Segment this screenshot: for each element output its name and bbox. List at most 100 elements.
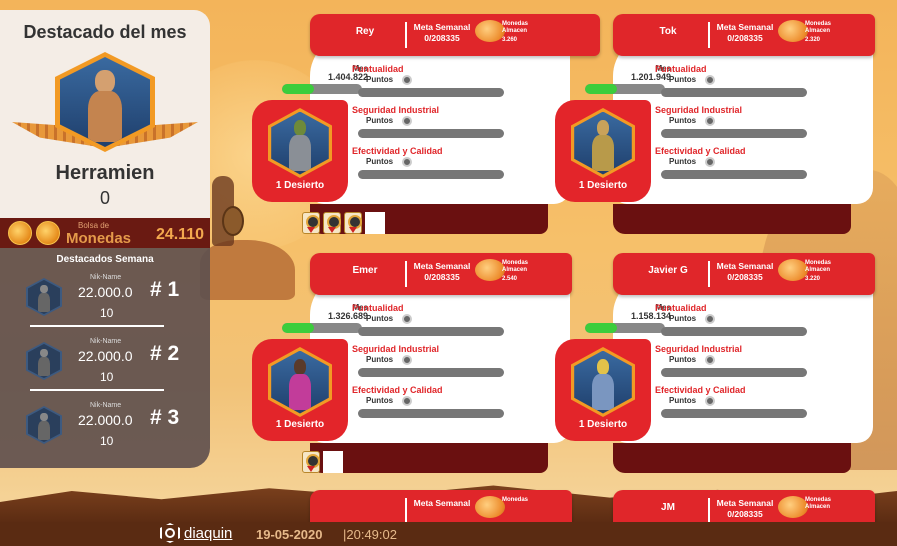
criterion-bar (661, 88, 807, 97)
puntos-label: Puntos (669, 75, 697, 84)
medal-icon[interactable] (302, 451, 320, 473)
background-shield (222, 206, 244, 236)
criterion-title: Seguridad Industrial (655, 105, 743, 115)
brand-link[interactable]: diaquin (184, 525, 232, 542)
criterion-seguridad: Seguridad Industrial Puntos (352, 344, 518, 377)
hero-avatar-icon (26, 342, 62, 380)
semana-points: 22.000.0 (78, 284, 133, 300)
meta-semanal-label: Meta Semanal (716, 22, 774, 32)
player-name: Javier G (648, 265, 688, 276)
meta-semanal-value: 0/208335 (727, 272, 763, 282)
avatar-box[interactable]: 1 Desierto (252, 100, 348, 202)
semana-rank: # 3 (150, 406, 180, 429)
semana-nikname: Nik-Name (90, 338, 122, 345)
criterion-title: Puntualidad (352, 303, 404, 313)
player-card-partial[interactable]: JM Meta Semanal 0/208335 Monedas Almacen (593, 490, 897, 532)
monedas-label: Monedas Almacen (502, 260, 529, 273)
hero-avatar-icon (268, 347, 332, 417)
destacado-mes-name: Herramien (55, 162, 155, 184)
coin-icon (475, 20, 505, 42)
criterion-bar (661, 409, 807, 418)
criterion-puntualidad: Puntualidad Puntos (655, 64, 821, 97)
coin-icon (778, 496, 808, 518)
divider (30, 325, 164, 327)
medal-icon[interactable] (302, 212, 320, 234)
coin-icon (475, 259, 505, 281)
bolsa-monedas: Bolsa de Monedas 24.110 (0, 218, 210, 248)
avatar-box[interactable]: 1 Desierto (252, 339, 348, 441)
medals-row (302, 212, 385, 236)
criterion-bar (358, 368, 504, 377)
player-card[interactable]: Tok Meta Semanal 0/208335 Monedas Almace… (555, 14, 897, 234)
card-base (613, 204, 851, 234)
meta-semanal-label: Meta Semanal (716, 261, 774, 271)
criterion-bar (661, 327, 807, 336)
criterion-efectividad: Efectividad y Calidad Puntos (655, 146, 821, 179)
player-name: Tok (659, 26, 677, 37)
bolsa-label: Monedas (66, 230, 132, 247)
footer-time: |20:49:02 (343, 527, 397, 542)
monedas-value: 3.220 (805, 276, 821, 282)
coin-icon (778, 259, 808, 281)
card-header: Rey Meta Semanal 0/208335 Monedas Almace… (310, 14, 600, 56)
semana-row[interactable]: Nik-Name 22.000.0 # 1 10 (0, 270, 210, 334)
criterion-efectividad: Efectividad y Calidad Puntos (352, 385, 518, 418)
criterion-puntualidad: Puntualidad Puntos (655, 303, 821, 336)
criterion-title: Puntualidad (352, 64, 404, 74)
puntos-label: Puntos (366, 116, 394, 125)
avatar-box[interactable]: 1 Desierto (555, 100, 651, 202)
points-dot-icon (705, 355, 715, 365)
meta-semanal-label: Meta Semanal (413, 22, 471, 32)
criterion-efectividad: Efectividad y Calidad Puntos (352, 146, 518, 179)
meta-semanal-value: 0/208335 (424, 33, 460, 43)
player-name: JM (661, 502, 675, 513)
player-name: Rey (355, 26, 375, 37)
criterion-title: Efectividad y Calidad (352, 385, 443, 395)
monedas-label: Monedas Almacen (805, 497, 832, 510)
criterion-bar (358, 88, 504, 97)
puntos-label: Puntos (366, 396, 394, 405)
player-card-partial[interactable]: Meta Semanal Monedas (290, 490, 600, 532)
avatar-box[interactable]: 1 Desierto (555, 339, 651, 441)
hero-avatar-icon[interactable] (55, 52, 155, 152)
criterion-bar (358, 170, 504, 179)
left-panel: Destacado del mes Herramien 0 Bolsa de M… (0, 10, 210, 468)
points-dot-icon (402, 396, 412, 406)
medal-slot (365, 212, 385, 234)
puntos-label: Puntos (366, 157, 394, 166)
mes-progress-bar (585, 323, 665, 333)
card-header: Javier G Meta Semanal 0/208335 Monedas A… (613, 253, 875, 295)
destacados-semana-title: Destacados Semana (56, 254, 154, 265)
medal-icon[interactable] (323, 212, 341, 234)
footer-bar: diaquin 19-05-2020 |20:49:02 (0, 522, 897, 546)
player-card[interactable]: Emer Meta Semanal 0/208335 Monedas Almac… (252, 253, 600, 473)
bolsa-value: 24.110 (155, 226, 204, 243)
points-dot-icon (402, 116, 412, 126)
points-dot-icon (402, 314, 412, 324)
semana-row[interactable]: Nik-Name 22.000.0 # 3 10 (0, 398, 210, 462)
divider (405, 498, 407, 524)
semana-small-value: 10 (100, 434, 114, 448)
criterion-title: Efectividad y Calidad (655, 385, 746, 395)
player-card[interactable]: Rey Meta Semanal 0/208335 Monedas Almace… (252, 14, 600, 236)
coin-icon (8, 221, 32, 245)
mes-progress-bar (282, 323, 362, 333)
player-card[interactable]: Javier G Meta Semanal 0/208335 Monedas A… (555, 253, 897, 473)
puntos-label: Puntos (669, 116, 697, 125)
coin-icon (475, 496, 505, 518)
footer-date: 19-05-2020 (256, 527, 323, 542)
semana-nikname: Nik-Name (90, 274, 122, 281)
criterion-title: Efectividad y Calidad (655, 146, 746, 156)
background-rock (200, 240, 295, 300)
coin-icon (778, 20, 808, 42)
semana-row[interactable]: Nik-Name 22.000.0 # 2 10 (0, 334, 210, 398)
card-base (613, 443, 851, 473)
hero-avatar-icon (571, 347, 635, 417)
medal-icon[interactable] (344, 212, 362, 234)
meta-semanal-label: Meta Semanal (413, 498, 471, 508)
points-dot-icon (402, 75, 412, 85)
card-header: Tok Meta Semanal 0/208335 Monedas Almace… (613, 14, 875, 56)
semana-small-value: 10 (100, 306, 114, 320)
divider (708, 261, 710, 287)
monedas-value: 3.260 (502, 37, 518, 43)
